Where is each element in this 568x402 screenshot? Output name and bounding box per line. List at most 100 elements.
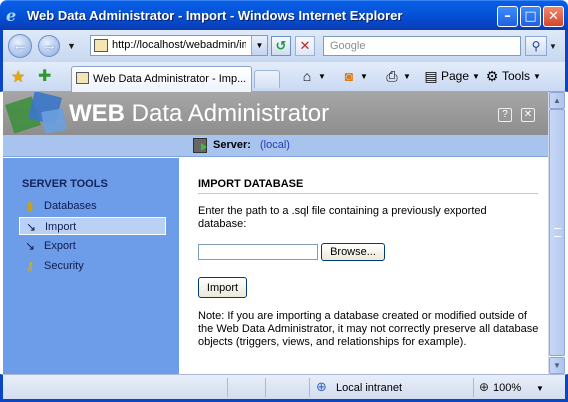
scroll-grip — [554, 228, 561, 237]
close-app-icon[interactable]: ✕ — [521, 108, 535, 122]
database-icon: ▮ — [26, 199, 34, 213]
tab-label: Web Data Administrator - Imp... — [93, 73, 247, 85]
section-divider — [198, 193, 538, 194]
search-options-icon[interactable]: ▼ — [549, 42, 557, 51]
gear-icon: ⚙ — [485, 68, 499, 84]
app-banner: WEB Data Administrator ? ✕ — [3, 92, 548, 135]
import-note: Note: If you are importing a database cr… — [198, 310, 539, 348]
stop-icon: ✕ — [299, 38, 311, 53]
search-placeholder: Google — [330, 40, 366, 52]
sidebar-item-label: Import — [45, 221, 77, 233]
app-brand: WEB Data Administrator — [69, 100, 329, 128]
refresh-icon: ↺ — [275, 38, 287, 53]
page-menu-icon: ▤ — [424, 68, 438, 84]
window-title: Web Data Administrator - Import - Window… — [27, 8, 403, 23]
minimize-button[interactable]: – — [497, 6, 518, 27]
zoom-dropdown-icon[interactable]: ▼ — [536, 384, 544, 393]
security-zone-label: Local intranet — [336, 382, 403, 394]
refresh-button[interactable]: ↺ — [271, 36, 291, 56]
chevron-down-icon: ▼ — [318, 71, 326, 81]
import-icon: ↘ — [25, 220, 37, 234]
chevron-down-icon: ▼ — [360, 71, 368, 81]
back-arrow-icon: ← — [12, 37, 28, 54]
page-menu-label: Page — [441, 69, 470, 83]
tools-menu-button[interactable]: ⚙ Tools ▼ — [484, 68, 541, 84]
sidebar-item-databases[interactable]: ▮ Databases — [19, 197, 166, 215]
new-tab-button[interactable] — [254, 70, 280, 88]
search-icon: ⚲ — [531, 39, 541, 53]
chevron-down-icon: ▼ — [533, 71, 541, 81]
scroll-thumb[interactable] — [549, 109, 565, 356]
tab-command-bar: ★ ✚ Web Data Administrator - Imp... ⌂ ▼ ◙… — [0, 62, 568, 92]
page-icon — [76, 72, 89, 84]
stop-button[interactable]: ✕ — [295, 36, 315, 56]
vertical-scrollbar[interactable]: ▲ ▼ — [548, 92, 565, 374]
chevron-down-icon: ▼ — [472, 71, 480, 81]
sidebar-item-label: Export — [44, 240, 76, 252]
sidebar-item-label: Databases — [44, 200, 97, 212]
home-icon: ⌂ — [302, 68, 312, 84]
minimize-icon: – — [504, 9, 511, 24]
favorites-star-icon[interactable]: ★ — [11, 67, 25, 87]
section-heading: IMPORT DATABASE — [198, 178, 304, 190]
sidebar-heading: SERVER TOOLS — [22, 178, 108, 190]
status-divider — [265, 378, 266, 397]
forward-arrow-icon: → — [41, 37, 57, 54]
print-button[interactable]: ⎙ ▼ — [384, 68, 411, 84]
key-icon: ⚷ — [25, 259, 35, 273]
scroll-up-button[interactable]: ▲ — [549, 92, 565, 109]
address-url[interactable]: http://localhost/webadmin/im — [112, 39, 246, 51]
zoom-magnifier-icon[interactable]: ⊕ — [479, 380, 489, 394]
address-input[interactable]: http://localhost/webadmin/im ▼ — [90, 35, 268, 56]
add-favorites-icon[interactable]: ✚ — [38, 66, 51, 86]
status-divider — [227, 378, 228, 397]
chevron-down-icon: ▼ — [403, 71, 411, 81]
rss-feed-icon: ◙ — [344, 68, 354, 84]
zoom-level[interactable]: 100% — [493, 382, 521, 394]
maximize-button[interactable]: □ — [520, 6, 541, 27]
address-dropdown-icon[interactable]: ▼ — [251, 36, 267, 55]
brand-name: Data Administrator — [125, 100, 330, 127]
search-button[interactable]: ⚲ — [525, 36, 547, 56]
import-instructions: Enter the path to a .sql file containing… — [198, 205, 487, 230]
status-divider — [309, 378, 310, 397]
help-icon[interactable]: ? — [498, 108, 512, 122]
server-bar: Server: (local) — [3, 135, 548, 157]
sidebar-item-security[interactable]: ⚷ Security — [19, 257, 166, 275]
history-dropdown-icon[interactable]: ▼ — [67, 41, 76, 51]
web-page-content: WEB Data Administrator ? ✕ Server: (loca… — [3, 92, 548, 374]
sidebar-item-label: Security — [44, 260, 84, 272]
brand-web: WEB — [69, 100, 125, 127]
status-bar: ⊕ Local intranet ⊕ 100% ▼ — [0, 374, 568, 402]
status-divider — [473, 378, 474, 397]
ie-logo-icon: e — [6, 6, 17, 25]
import-button[interactable]: Import — [198, 277, 247, 298]
maximize-icon: □ — [524, 9, 537, 24]
server-name-link[interactable]: (local) — [260, 139, 290, 151]
page-menu-button[interactable]: ▤ Page ▼ — [423, 68, 480, 84]
tab-current[interactable]: Web Data Administrator - Imp... — [71, 66, 252, 92]
home-button[interactable]: ⌂ ▼ — [299, 68, 326, 84]
printer-icon: ⎙ — [386, 68, 398, 84]
logo-square-lightblue — [41, 108, 67, 134]
tools-menu-label: Tools — [502, 69, 531, 83]
server-label: Server: — [213, 139, 251, 151]
server-icon — [193, 138, 207, 153]
search-input[interactable]: Google — [323, 36, 521, 56]
sidebar-item-export[interactable]: ↘ Export — [19, 237, 166, 255]
close-icon: ✕ — [548, 9, 559, 24]
sidebar-item-import[interactable]: ↘ Import — [19, 217, 166, 235]
feeds-button[interactable]: ◙ ▼ — [341, 68, 368, 84]
close-window-button[interactable]: ✕ — [543, 6, 564, 27]
sql-file-path-input[interactable] — [198, 244, 318, 260]
title-bar: e Web Data Administrator - Import - Wind… — [0, 0, 568, 30]
address-toolbar: ← → ▼ http://localhost/webadmin/im ▼ ↺ ✕… — [0, 30, 568, 62]
browse-button[interactable]: Browse... — [321, 243, 385, 261]
back-button[interactable]: ← — [8, 34, 32, 58]
export-icon: ↘ — [24, 239, 36, 253]
intranet-zone-icon: ⊕ — [316, 379, 327, 394]
main-panel: IMPORT DATABASE Enter the path to a .sql… — [179, 158, 548, 374]
scroll-down-button[interactable]: ▼ — [549, 357, 565, 374]
sidebar: SERVER TOOLS ▮ Databases ↘ Import ↘ Expo… — [3, 158, 179, 374]
forward-button[interactable]: → — [38, 35, 60, 57]
